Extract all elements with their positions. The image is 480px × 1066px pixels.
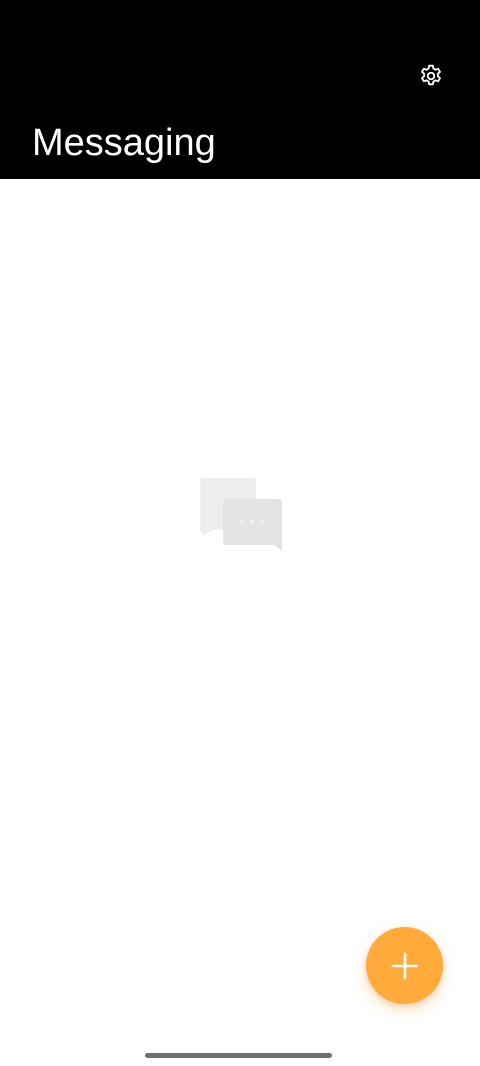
empty-state: [194, 474, 286, 556]
settings-button[interactable]: [411, 56, 451, 96]
gear-icon: [421, 64, 441, 86]
home-indicator[interactable]: [145, 1053, 332, 1058]
chat-bubbles-icon: [200, 478, 282, 551]
plus-icon: [391, 952, 418, 979]
page-title: Messaging: [32, 122, 216, 164]
app-bar: Messaging: [0, 0, 480, 179]
new-conversation-button[interactable]: [366, 927, 443, 1004]
